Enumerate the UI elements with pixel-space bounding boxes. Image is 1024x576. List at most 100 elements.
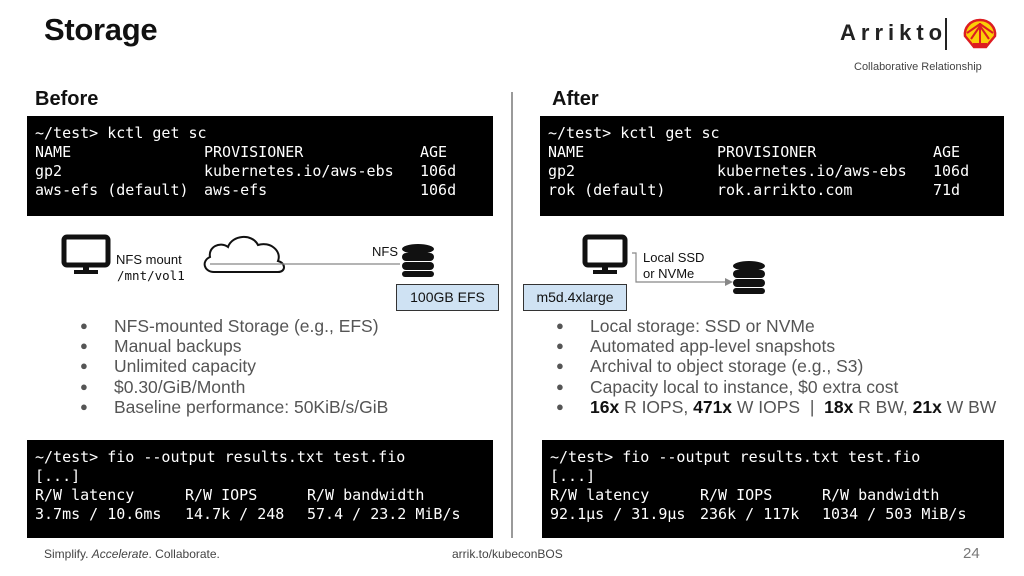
terminal-line: NAME PROVISIONER AGE [35, 143, 483, 162]
page-number: 24 [963, 545, 980, 562]
before-heading: Before [35, 88, 99, 110]
bullet-text: Capacity local to instance, $0 extra cos… [590, 376, 899, 397]
terminal-cell: rok (default) [548, 181, 666, 199]
perf-multiplier: 471x [693, 396, 733, 417]
terminal-cell: 236k / 117k [700, 505, 800, 523]
bullet-text: Local storage: SSD or NVMe [590, 316, 815, 336]
perf-multiplier: 21x [912, 396, 942, 417]
bullet-dot: ● [80, 378, 88, 394]
terminal-cell: 1034 / 503 MiB/s [822, 505, 967, 523]
list-item: ● Local storage: SSD or NVMe [556, 316, 996, 336]
terminal-cell: NAME [35, 143, 72, 161]
nfs-link-label: NFS [372, 244, 398, 259]
terminal-cell: R/W latency [35, 486, 135, 504]
shell-logo-icon [963, 18, 997, 49]
nfs-mount-label: NFS mount [116, 252, 182, 267]
list-item: ● 16x R IOPS, 471x W IOPS | 18x R BW, 21x… [556, 397, 996, 417]
nvme-label: or NVMe [643, 266, 695, 281]
terminal-cell: AGE [933, 143, 961, 161]
terminal-cell: AGE [420, 143, 448, 161]
terminal-cell: 14.7k / 248 [185, 505, 285, 523]
bullet-dot: ● [556, 378, 564, 394]
terminal-cell: R/W IOPS [185, 486, 258, 504]
terminal-command: ~/test> fio --output results.txt test.fi… [35, 448, 406, 466]
bullet-dot: ● [80, 318, 88, 333]
footer-text: Simplify. [44, 547, 92, 561]
database-icon [402, 244, 434, 277]
list-item: ● Automated app-level snapshots [556, 336, 996, 356]
monitor-icon [61, 234, 111, 274]
brand-tagline: Collaborative Relationship [854, 61, 982, 73]
list-item: ● Unlimited capacity [80, 356, 388, 376]
terminal-line: ~/test> kctl get sc [548, 124, 994, 143]
perf-multiplier: 16x [590, 396, 620, 417]
terminal-line: ~/test> kctl get sc [35, 124, 483, 143]
terminal-line: gp2 kubernetes.io/aws-ebs 106d [35, 162, 483, 181]
terminal-cell: PROVISIONER [204, 143, 304, 161]
terminal-cell: 106d [420, 181, 457, 199]
bullet-text: Unlimited capacity [114, 356, 256, 377]
bullet-dot: ● [80, 338, 88, 354]
bullet-dot: ● [556, 318, 564, 333]
perf-text: R IOPS, [619, 396, 694, 417]
bullet-text: $0.30/GiB/Month [114, 376, 246, 397]
terminal-cell: 92.1µs / 31.9µs [550, 505, 686, 523]
cloud-icon [203, 236, 285, 273]
logo-divider [945, 18, 947, 50]
bullet-dot: ● [556, 398, 564, 414]
terminal-line: NAME PROVISIONER AGE [548, 143, 994, 162]
bullet-text: NFS-mounted Storage (e.g., EFS) [114, 316, 379, 336]
terminal-command: ~/test> kctl get sc [35, 124, 207, 142]
terminal-cell: aws-efs (default) [35, 181, 189, 199]
slide-title: Storage [44, 12, 158, 47]
terminal-line: ~/test> fio --output results.txt test.fi… [35, 448, 483, 467]
list-item: ● Baseline performance: 50KiB/s/GiB [80, 397, 388, 417]
terminal-line: [...] [35, 467, 483, 486]
footer-text: Accelerate [91, 547, 149, 561]
after-fio-terminal: ~/test> fio --output results.txt test.fi… [542, 440, 1004, 538]
footer-tagline: Simplify. Accelerate. Collaborate. [44, 547, 220, 561]
list-item: ● Archival to object storage (e.g., S3) [556, 356, 996, 376]
bullet-dot: ● [556, 358, 564, 374]
bullet-dot: ● [556, 338, 564, 354]
terminal-cell: rok.arrikto.com [717, 181, 853, 199]
terminal-cell: 3.7ms / 10.6ms [35, 505, 162, 523]
terminal-cell: 57.4 / 23.2 MiB/s [307, 505, 461, 523]
terminal-cell: 71d [933, 181, 961, 199]
bullet-text: Baseline performance: 50KiB/s/GiB [114, 396, 389, 417]
terminal-line: 3.7ms / 10.6ms 14.7k / 248 57.4 / 23.2 MiB… [35, 505, 483, 524]
bullet-text: Automated app-level snapshots [590, 336, 836, 357]
terminal-cell: R/W bandwidth [307, 486, 425, 504]
list-item: ● NFS-mounted Storage (e.g., EFS) [80, 316, 388, 336]
terminal-cell: kubernetes.io/aws-ebs [717, 162, 907, 180]
perf-bullet-text: 16x R IOPS, 471x W IOPS | 18x R BW, 21x … [590, 397, 996, 417]
perf-text: W IOPS | [732, 396, 825, 417]
terminal-cell: 106d [420, 162, 457, 180]
terminal-cell: gp2 [35, 162, 63, 180]
terminal-line: rok (default) rok.arrikto.com 71d [548, 181, 994, 200]
terminal-cell: kubernetes.io/aws-ebs [204, 162, 394, 180]
terminal-command: ~/test> kctl get sc [548, 124, 720, 142]
terminal-command: ~/test> fio --output results.txt test.fi… [550, 448, 921, 466]
terminal-line: R/W latency R/W IOPS R/W bandwidth [35, 486, 483, 505]
list-item: ● Capacity local to instance, $0 extra co… [556, 377, 996, 397]
list-item: ● Manual backups [80, 336, 388, 356]
bullet-dot: ● [80, 358, 88, 374]
terminal-line: R/W latency R/W IOPS R/W bandwidth [550, 486, 994, 505]
terminal-cell: aws-efs [204, 181, 268, 199]
bullet-dot: ● [80, 398, 88, 414]
terminal-cell: R/W latency [550, 486, 650, 504]
bullet-text: Archival to object storage (e.g., S3) [590, 356, 864, 377]
arrow-icon [725, 278, 733, 286]
arrikto-logo: Arrikto [840, 20, 948, 45]
terminal-line: [...] [550, 467, 994, 486]
after-bullet-list: ● Local storage: SSD or NVMe ● Automated a… [556, 316, 996, 417]
terminal-cell: PROVISIONER [717, 143, 817, 161]
instance-box: m5d.4xlarge [523, 284, 627, 311]
list-item: ● $0.30/GiB/Month [80, 377, 388, 397]
footer-url: arrik.to/kubeconBOS [452, 547, 563, 561]
terminal-cell: [...] [550, 467, 596, 485]
footer-text: . Collaborate. [148, 547, 220, 561]
after-heading: After [552, 88, 599, 110]
terminal-line: ~/test> fio --output results.txt test.fi… [550, 448, 994, 467]
